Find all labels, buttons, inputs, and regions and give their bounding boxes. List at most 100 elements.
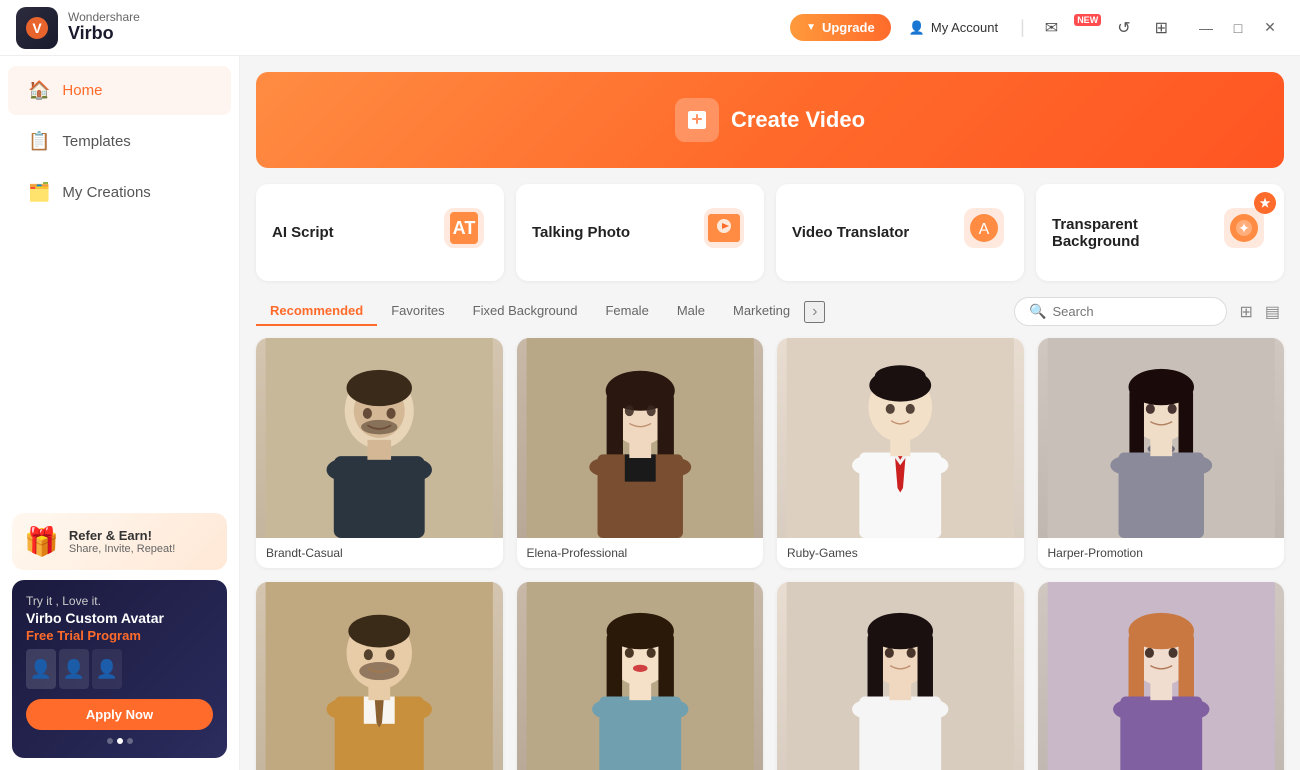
feature-card-transparent-bg[interactable]: Transparent Background ✦ ★ [1036, 184, 1284, 281]
create-video-icon [675, 98, 719, 142]
avatar-name-ruby: Ruby-Games [777, 538, 1024, 568]
message-button[interactable]: ✉ [1037, 14, 1066, 42]
sidebar-item-creations-label: My Creations [62, 184, 150, 201]
feature-card-talking-photo[interactable]: Talking Photo [516, 184, 764, 281]
transparent-bg-badge: ★ [1254, 192, 1276, 214]
refer-title: Refer & Earn! [69, 528, 175, 543]
upgrade-button[interactable]: Upgrade [790, 14, 891, 41]
app-logo-icon: V [16, 7, 58, 49]
dot-1 [107, 738, 113, 744]
maximize-button[interactable]: □ [1224, 14, 1252, 42]
avatar-image-harper [1038, 338, 1285, 538]
avatar-card-elena[interactable]: Elena-Professional [517, 338, 764, 568]
avatar-image-sofia [517, 582, 764, 770]
avatar-name-harper: Harper-Promotion [1038, 538, 1285, 568]
sidebar: 🏠 Home 📋 Templates 🗂️ My Creations 🎁 Ref… [0, 56, 240, 770]
avatar-image-daniel [256, 582, 503, 770]
avatar-image-elena [517, 338, 764, 538]
tabs-row: Recommended Favorites Fixed Background F… [256, 297, 1284, 326]
sidebar-item-templates-label: Templates [62, 133, 130, 150]
view-buttons: ⊞ ▤ [1235, 298, 1284, 326]
app-name: Wondershare Virbo [68, 11, 140, 44]
window-controls: — □ ✕ [1192, 14, 1284, 42]
sidebar-item-my-creations[interactable]: 🗂️ My Creations [8, 168, 231, 217]
avatar-card-ruby[interactable]: Ruby-Games [777, 338, 1024, 568]
expand-view-button[interactable]: ⊞ [1235, 298, 1256, 326]
tab-fixed-background[interactable]: Fixed Background [459, 297, 592, 326]
dot-2 [117, 738, 123, 744]
video-translator-icon: A [960, 204, 1008, 261]
svg-text:A: A [979, 221, 990, 238]
create-video-banner[interactable]: Create Video [256, 72, 1284, 168]
refer-earn-card[interactable]: 🎁 Refer & Earn! Share, Invite, Repeat! [12, 513, 227, 570]
refer-subtitle: Share, Invite, Repeat! [69, 543, 175, 555]
tab-female[interactable]: Female [591, 297, 662, 326]
nav-menu: 🏠 Home 📋 Templates 🗂️ My Creations [0, 56, 239, 227]
refer-text: Refer & Earn! Share, Invite, Repeat! [69, 528, 175, 555]
app-product-label: Virbo [68, 24, 140, 44]
promo-dots [26, 738, 213, 744]
templates-icon: 📋 [28, 131, 50, 152]
promo-brand: Virbo Custom Avatar [26, 610, 213, 626]
home-icon: 🏠 [28, 80, 50, 101]
avatar-card-harper[interactable]: Harper-Promotion [1038, 338, 1285, 568]
compact-view-button[interactable]: ▤ [1261, 298, 1284, 326]
main-layout: 🏠 Home 📋 Templates 🗂️ My Creations 🎁 Ref… [0, 56, 1300, 770]
search-box: 🔍 [1014, 297, 1227, 326]
create-video-label: Create Video [731, 107, 865, 133]
avatar-grid: Brandt-Casual [256, 338, 1284, 770]
dot-3 [127, 738, 133, 744]
tabs-more-button[interactable]: › [804, 301, 825, 323]
title-bar: V Wondershare Virbo Upgrade 👤 My Account… [0, 0, 1300, 56]
avatar-image-brandt [256, 338, 503, 538]
tab-male[interactable]: Male [663, 297, 719, 326]
promo-try-label: Try it , Love it. [26, 594, 213, 608]
feature-card-ai-script[interactable]: AI Script AT [256, 184, 504, 281]
video-translator-label: Video Translator [792, 224, 909, 241]
promo-card: Try it , Love it. Virbo Custom Avatar Fr… [12, 580, 227, 758]
apply-now-button[interactable]: Apply Now [26, 699, 213, 730]
tab-favorites[interactable]: Favorites [377, 297, 458, 326]
history-button[interactable]: ↺ [1109, 14, 1138, 42]
sidebar-item-home[interactable]: 🏠 Home [8, 66, 231, 115]
tab-marketing[interactable]: Marketing [719, 297, 804, 326]
search-icon: 🔍 [1029, 303, 1046, 320]
sidebar-item-templates[interactable]: 📋 Templates [8, 117, 231, 166]
close-button[interactable]: ✕ [1256, 14, 1284, 42]
promo-highlight: Free Trial Program [26, 628, 213, 643]
app-logo-area: V Wondershare Virbo [16, 7, 140, 49]
avatar-image-mia [777, 582, 1024, 770]
feature-cards-row: AI Script AT Talking Photo [256, 184, 1284, 281]
avatar-card-lily[interactable]: Lily-Style [1038, 582, 1285, 770]
ai-script-icon: AT [440, 204, 488, 261]
new-badge: NEW [1074, 14, 1101, 26]
creations-icon: 🗂️ [28, 182, 50, 203]
sidebar-item-home-label: Home [62, 82, 102, 99]
svg-text:AT: AT [453, 218, 476, 238]
sidebar-bottom: 🎁 Refer & Earn! Share, Invite, Repeat! T… [0, 501, 239, 770]
refer-icon: 🎁 [24, 525, 59, 558]
minimize-button[interactable]: — [1192, 14, 1220, 42]
avatar-image-lily [1038, 582, 1285, 770]
account-icon: 👤 [909, 20, 925, 36]
title-bar-right: Upgrade 👤 My Account | ✉ NEW ↺ ⊞ — □ ✕ [790, 14, 1284, 42]
transparent-bg-label: Transparent Background [1052, 216, 1220, 250]
avatar-card-sofia[interactable]: Sofia-Casual [517, 582, 764, 770]
grid-button[interactable]: ⊞ [1147, 14, 1176, 42]
feature-card-video-translator[interactable]: Video Translator A [776, 184, 1024, 281]
svg-text:V: V [32, 20, 42, 36]
my-account-button[interactable]: 👤 My Account [899, 14, 1008, 42]
avatar-card-brandt[interactable]: Brandt-Casual [256, 338, 503, 568]
avatar-card-mia[interactable]: Mia-Corporate [777, 582, 1024, 770]
svg-text:✦: ✦ [1238, 220, 1250, 236]
avatar-name-brandt: Brandt-Casual [256, 538, 503, 568]
avatar-image-ruby [777, 338, 1024, 538]
talking-photo-label: Talking Photo [532, 224, 630, 241]
main-content: Create Video AI Script AT Talking Photo [240, 56, 1300, 770]
ai-script-label: AI Script [272, 224, 334, 241]
avatar-card-daniel[interactable]: HOT [256, 582, 503, 770]
create-video-inner: Create Video [675, 98, 865, 142]
talking-photo-icon [700, 204, 748, 261]
search-input[interactable] [1052, 304, 1212, 319]
tab-recommended[interactable]: Recommended [256, 297, 377, 326]
